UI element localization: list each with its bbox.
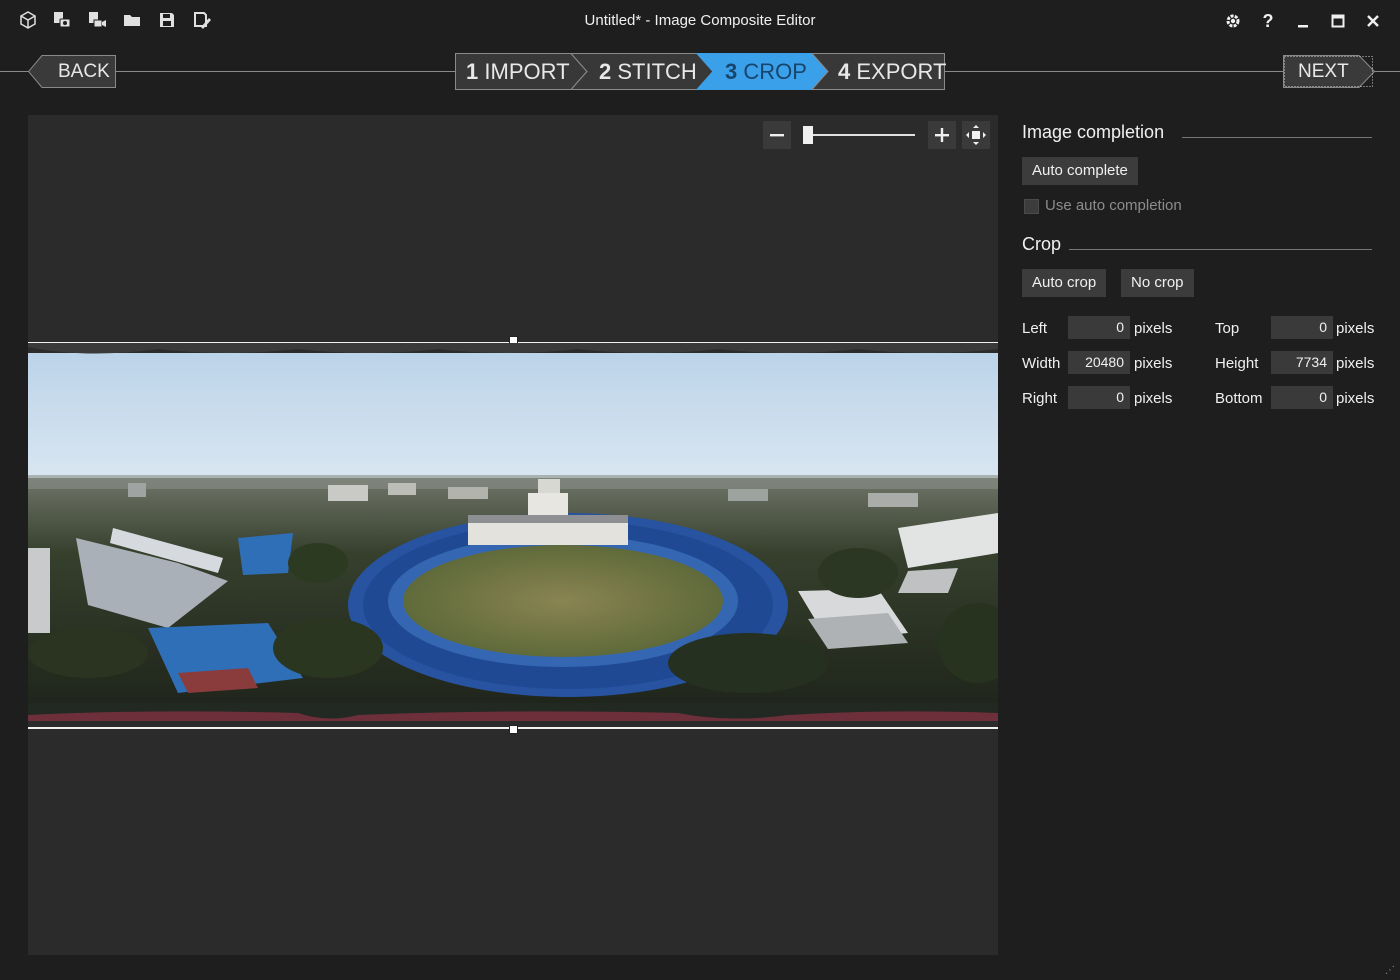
zoom-to-fit-button[interactable]: [962, 121, 990, 149]
right-unit: pixels: [1134, 390, 1173, 407]
crop-bottom-handle[interactable]: [509, 725, 518, 734]
use-auto-completion-label: Use auto completion: [1045, 197, 1182, 214]
zoom-slider-track[interactable]: [807, 134, 915, 136]
back-button-label: BACK: [58, 61, 110, 82]
zoom-control: [763, 121, 993, 149]
crop-heading: Crop: [1022, 234, 1062, 254]
step-tabs: 1 IMPORT 2 STITCH 3 CROP 4 EXPORT: [455, 53, 946, 90]
step-label: IMPORT: [484, 59, 570, 84]
title-bar: Untitled* - Image Composite Editor ?: [0, 0, 1400, 42]
use-auto-completion-checkbox[interactable]: [1024, 199, 1039, 214]
top-label: Top: [1215, 320, 1240, 337]
step-label: EXPORT: [856, 59, 947, 84]
tab-stitch[interactable]: 2 STITCH: [599, 53, 697, 90]
left-label: Left: [1022, 320, 1048, 337]
bottom-unit: pixels: [1336, 390, 1375, 407]
width-input[interactable]: 20480: [1068, 351, 1130, 374]
next-button[interactable]: NEXT: [1283, 55, 1375, 88]
step-bar-rule: [0, 71, 30, 72]
right-label: Right: [1022, 390, 1058, 407]
height-label: Height: [1215, 355, 1259, 372]
maximize-icon[interactable]: [1326, 9, 1350, 33]
section-divider: [1182, 137, 1372, 138]
height-unit: pixels: [1336, 355, 1375, 372]
step-number: 4: [838, 59, 851, 84]
window-title: Untitled* - Image Composite Editor: [584, 12, 816, 29]
width-label: Width: [1022, 355, 1061, 372]
right-input[interactable]: 0: [1068, 386, 1130, 409]
resize-grip-icon[interactable]: ⋰: [1385, 965, 1395, 976]
section-divider: [1069, 249, 1372, 250]
crop-settings-panel: Image completion Auto complete Use auto …: [1022, 115, 1374, 435]
zoom-out-button[interactable]: [763, 121, 791, 149]
step-number: 3: [725, 59, 738, 84]
tab-crop[interactable]: 3 CROP: [725, 53, 807, 90]
step-bar-rule: [945, 71, 1285, 72]
top-unit: pixels: [1336, 320, 1375, 337]
minimize-icon[interactable]: [1291, 9, 1315, 33]
step-label: CROP: [743, 59, 807, 84]
zoom-slider-thumb[interactable]: [803, 126, 813, 144]
zoom-in-button[interactable]: [928, 121, 956, 149]
auto-crop-button[interactable]: Auto crop: [1022, 269, 1107, 297]
step-bar-rule: [1374, 71, 1400, 72]
workflow-step-bar: BACK 1 IMPORT 2 STITCH 3 CROP 4 EXPORT N…: [0, 50, 1400, 94]
no-crop-button[interactable]: No crop: [1121, 269, 1194, 297]
step-bar-rule: [116, 71, 456, 72]
tab-import[interactable]: 1 IMPORT: [466, 53, 570, 90]
top-input[interactable]: 0: [1271, 316, 1333, 339]
step-number: 2: [599, 59, 612, 84]
bottom-label: Bottom: [1215, 390, 1263, 407]
plus-icon: [935, 128, 949, 142]
width-unit: pixels: [1134, 355, 1173, 372]
image-completion-heading: Image completion: [1022, 122, 1165, 142]
back-button[interactable]: BACK: [28, 55, 116, 88]
tab-export[interactable]: 4 EXPORT: [838, 53, 946, 90]
fit-to-window-icon: [966, 125, 986, 145]
next-button-label: NEXT: [1298, 61, 1349, 82]
step-number: 1: [466, 59, 479, 84]
step-label: STITCH: [617, 59, 697, 84]
close-icon[interactable]: [1361, 9, 1385, 33]
minus-icon: [770, 134, 784, 137]
left-input[interactable]: 0: [1068, 316, 1130, 339]
crop-preview-canvas[interactable]: [28, 115, 998, 955]
auto-complete-button[interactable]: Auto complete: [1022, 157, 1138, 185]
bottom-input[interactable]: 0: [1271, 386, 1333, 409]
panorama-image: [28, 343, 998, 729]
left-unit: pixels: [1134, 320, 1173, 337]
settings-icon[interactable]: [1221, 9, 1245, 33]
help-icon[interactable]: ?: [1256, 9, 1280, 33]
height-input[interactable]: 7734: [1271, 351, 1333, 374]
